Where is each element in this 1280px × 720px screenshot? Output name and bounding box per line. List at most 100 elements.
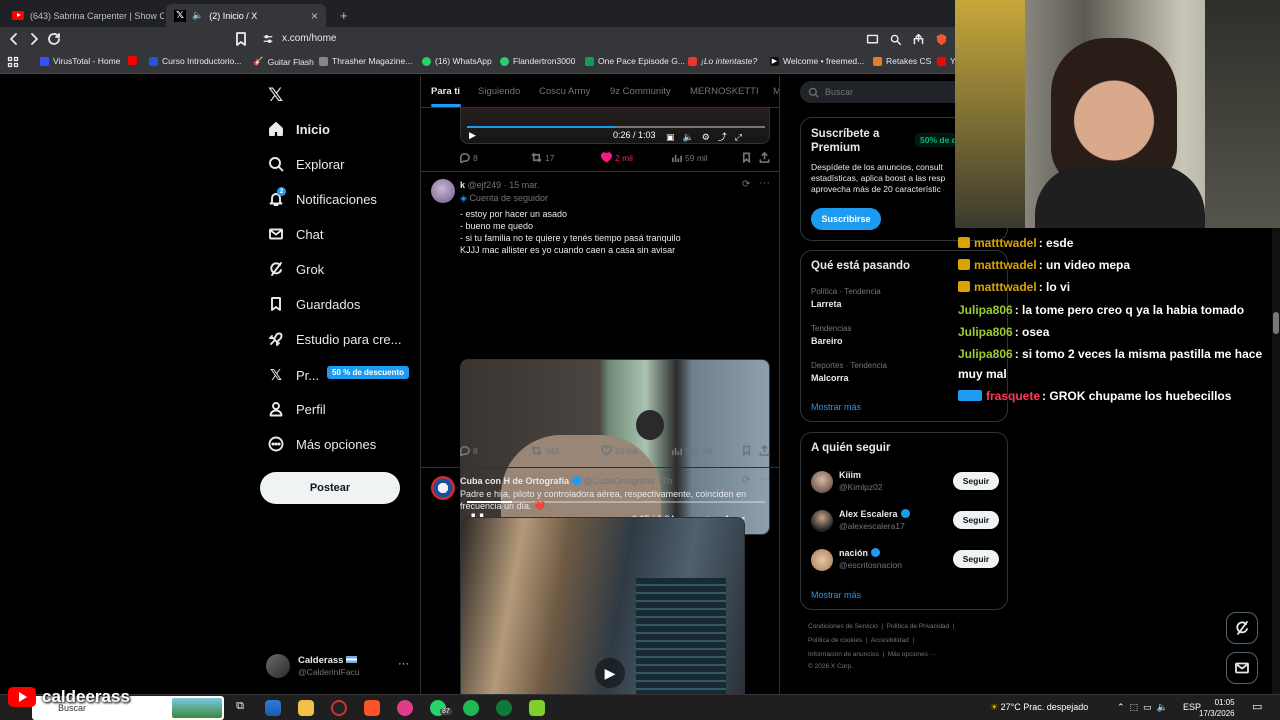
reload-button[interactable] bbox=[44, 29, 64, 49]
nav-explore[interactable]: Explorar bbox=[268, 156, 344, 172]
play-icon[interactable]: ▶ bbox=[595, 658, 625, 688]
bookmark-intentaste[interactable]: ¡Lo intentaste? bbox=[688, 56, 757, 66]
footer-link[interactable]: Accesibilidad bbox=[871, 637, 909, 644]
account-switcher[interactable]: Calderass @CalderinIFacu ··· bbox=[266, 654, 416, 680]
url-input[interactable]: x.com/home bbox=[282, 33, 336, 44]
follow-suggestion[interactable]: Alex Escalera @alexescalera17 Seguir bbox=[801, 506, 1007, 542]
bookmark-flandertron[interactable]: Flandertron3000 bbox=[500, 56, 575, 66]
tweet-asado[interactable]: k @ejf249 · 15 mar. ◈ Cuenta de seguidor… bbox=[421, 172, 779, 535]
app-icon[interactable] bbox=[397, 700, 413, 716]
apps-icon[interactable] bbox=[7, 56, 19, 68]
x-logo[interactable]: 𝕏 bbox=[268, 84, 283, 107]
like-button[interactable]: 2 mil bbox=[601, 152, 633, 163]
bookmark-tweet-button[interactable] bbox=[741, 152, 752, 163]
clock[interactable]: 01:05 17/3/2026 bbox=[1199, 697, 1235, 719]
footer-link[interactable]: Política de Privacidad bbox=[887, 623, 950, 630]
weather-widget[interactable]: ☀ 27°C Prac. despejado bbox=[990, 702, 1088, 713]
minecraft-icon[interactable] bbox=[529, 700, 545, 716]
nav-bookmarks[interactable]: Guardados bbox=[268, 296, 360, 312]
obs-icon[interactable] bbox=[331, 700, 347, 716]
bookmark-whatsapp[interactable]: (16) WhatsApp bbox=[422, 56, 492, 66]
tab-more[interactable]: M bbox=[773, 86, 779, 97]
grok-icon[interactable]: ⟳ bbox=[742, 179, 750, 190]
nav-premium[interactable]: 𝕏 Pr... bbox=[268, 366, 319, 384]
share-icon[interactable] bbox=[908, 29, 928, 49]
video-progress-track[interactable] bbox=[467, 126, 765, 128]
follow-show-more[interactable]: Mostrar más bbox=[811, 590, 861, 600]
footer-link[interactable]: Información de anuncios bbox=[808, 651, 879, 658]
nav-notifications[interactable]: 2 Notificaciones bbox=[268, 187, 377, 207]
nav-home[interactable]: Inicio bbox=[268, 121, 330, 137]
bookmark-tweet-button[interactable] bbox=[741, 445, 752, 456]
tweet-video[interactable]: ▶ 0:26 / 1:03 ▣🔈⚙⤴⤢ bbox=[460, 104, 770, 144]
follow-button[interactable]: Seguir bbox=[953, 511, 999, 529]
tab-mernosketti[interactable]: MERNOSKETTI bbox=[690, 86, 759, 97]
bookmark-curso[interactable]: Curso Introductorio... bbox=[149, 56, 241, 66]
brave-shield-icon[interactable] bbox=[931, 29, 951, 49]
system-tray-icons[interactable]: ⌃⬚▭🔈 bbox=[1117, 702, 1173, 713]
nav-more-options[interactable]: Más opciones bbox=[268, 436, 376, 452]
cast-icon[interactable] bbox=[862, 29, 882, 49]
like-button[interactable]: 20 mil bbox=[601, 445, 638, 456]
tweet-handle[interactable]: @CubaOrtografia bbox=[584, 476, 655, 486]
avatar[interactable] bbox=[431, 476, 455, 500]
nav-grok[interactable]: Grok bbox=[268, 261, 324, 277]
bookmark-retakes[interactable]: Retakes CS bbox=[873, 56, 931, 66]
follow-button[interactable]: Seguir bbox=[953, 550, 999, 568]
close-tab-icon[interactable]: × bbox=[311, 9, 318, 23]
nav-chat[interactable]: Chat bbox=[268, 226, 323, 242]
share-tweet-button[interactable] bbox=[759, 445, 770, 456]
task-view-icon[interactable]: ⧉ bbox=[232, 700, 248, 716]
play-icon[interactable]: ▶ bbox=[469, 130, 476, 141]
subscribe-button[interactable]: Suscribirse bbox=[811, 208, 881, 230]
tab-coscu-army[interactable]: Coscu Army bbox=[539, 86, 590, 97]
back-button[interactable] bbox=[4, 29, 24, 49]
bookmark-one-pace[interactable]: One Pace Episode G... bbox=[585, 56, 685, 66]
tweet-cuba-ortografia[interactable]: Cuba con H de Ortografía @CubaOrtografia… bbox=[421, 468, 779, 694]
scrollbar-thumb[interactable] bbox=[1273, 312, 1279, 334]
site-info-icon[interactable] bbox=[258, 29, 278, 49]
bookmark-guitar-flash[interactable]: 🎸 Guitar Flash bbox=[253, 56, 314, 67]
reply-button[interactable]: 8 bbox=[459, 152, 478, 163]
brave-icon[interactable] bbox=[364, 700, 380, 716]
follow-suggestion[interactable]: Kiiim @Kimlpz02 Seguir bbox=[801, 467, 1007, 503]
browser-tab-youtube[interactable]: (643) Sabrina Carpenter | Show Comp bbox=[4, 4, 164, 27]
tab-9z-community[interactable]: 9z Community bbox=[610, 86, 671, 97]
more-dots-icon[interactable]: ··· bbox=[759, 473, 770, 485]
reply-button[interactable]: 8 bbox=[459, 445, 478, 456]
notifications-icon[interactable]: ▭ bbox=[1252, 700, 1262, 713]
tweet-handle[interactable]: @ejf249 bbox=[468, 180, 502, 190]
footer-link[interactable]: Condiciones de Servicio bbox=[808, 623, 878, 630]
footer-link[interactable]: Política de cookies bbox=[808, 637, 862, 644]
more-dots-icon[interactable]: ··· bbox=[759, 177, 770, 189]
bookmark-thrasher[interactable]: Thrasher Magazine... bbox=[319, 56, 412, 66]
grok-icon[interactable]: ⟳ bbox=[742, 475, 750, 486]
bookmark-youtube[interactable] bbox=[128, 56, 137, 65]
tab-siguiendo[interactable]: Siguiendo bbox=[478, 86, 520, 97]
tab-para-ti[interactable]: Para ti bbox=[431, 86, 460, 97]
zoom-icon[interactable] bbox=[885, 29, 905, 49]
follow-suggestion[interactable]: nación @escritosnacion Seguir bbox=[801, 545, 1007, 581]
tweet-author[interactable]: Cuba con H de Ortografía bbox=[460, 476, 569, 486]
file-explorer-icon[interactable] bbox=[298, 700, 314, 716]
forward-button[interactable] bbox=[24, 29, 44, 49]
bookmark-virustotal[interactable]: VirusTotal - Home bbox=[40, 56, 120, 66]
footer-link[interactable]: Más opciones ··· bbox=[888, 651, 936, 658]
retweet-button[interactable]: 17 bbox=[531, 152, 554, 163]
avatar[interactable] bbox=[431, 179, 455, 203]
app-icon-2[interactable] bbox=[496, 700, 512, 716]
more-dots-icon[interactable]: ··· bbox=[398, 658, 409, 670]
spotify-icon[interactable] bbox=[463, 700, 479, 716]
tweet-video[interactable]: ▶ bbox=[460, 517, 745, 694]
bookmark-youtube-2[interactable]: Y bbox=[937, 56, 956, 66]
store-icon[interactable] bbox=[265, 700, 281, 716]
new-tab-button[interactable]: + bbox=[332, 4, 352, 27]
tweet-time[interactable]: · 7h bbox=[657, 476, 673, 486]
views-button[interactable]: 59 mil bbox=[671, 152, 708, 163]
bookmark-page-icon[interactable] bbox=[231, 29, 251, 49]
trends-show-more[interactable]: Mostrar más bbox=[811, 402, 861, 412]
tweet-author[interactable]: k bbox=[460, 180, 465, 190]
nav-profile[interactable]: Perfil bbox=[268, 401, 326, 417]
retweet-button[interactable]: 344 bbox=[531, 445, 559, 456]
bookmark-freemed[interactable]: ▶ Welcome • freemed... bbox=[770, 56, 864, 66]
